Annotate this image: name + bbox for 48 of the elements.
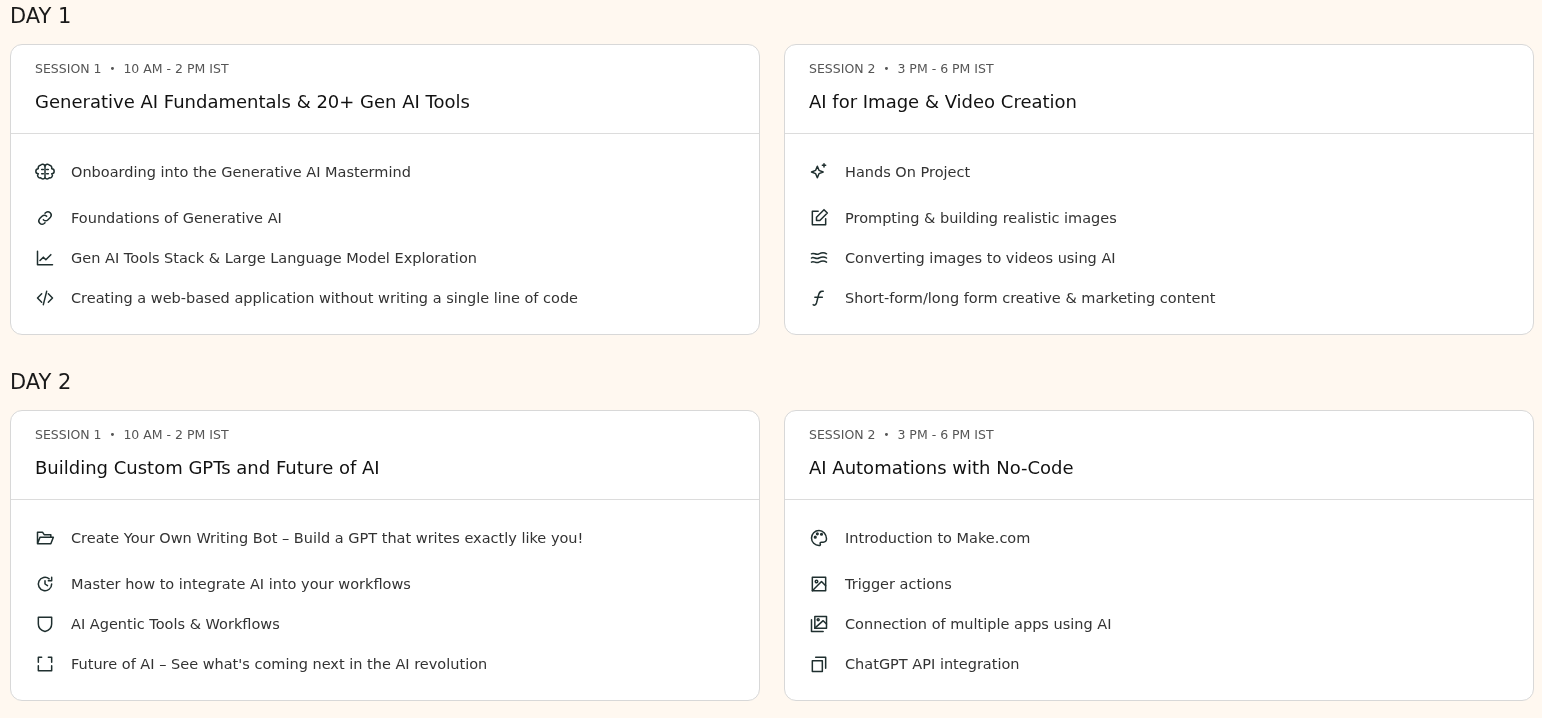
topic-text: Future of AI – See what's coming next in the AI revolution [71,656,488,672]
copy-icon [809,654,829,674]
session-label: SESSION 2 [809,61,876,77]
topic-text: AI Agentic Tools & Workflows [71,616,280,632]
session-title: AI for Image & Video Creation [809,91,1078,113]
day-heading: DAY 2 [10,369,73,396]
topic-text: Gen AI Tools Stack & Large Language Model Exploration [71,250,477,266]
session-time: 3 PM - 6 PM IST [897,61,994,77]
separator-dot: • [109,428,116,442]
folder-icon [35,528,55,548]
sparkle-icon [809,162,829,182]
topic-text: Introduction to Make.com [845,530,1031,546]
session-time: 10 AM - 2 PM IST [123,427,229,443]
code-icon [35,288,55,308]
line-chart-icon [35,248,55,268]
images-icon [809,614,829,634]
link-icon [35,208,55,228]
session-time: 10 AM - 2 PM IST [123,61,229,77]
session-title: Generative AI Fundamentals & 20+ Gen AI Tools [35,91,471,113]
topic-text: Prompting & building realistic images [845,210,1117,226]
bracket-frame-icon [35,654,55,674]
topic-text: Master how to integrate AI into your workflows [71,576,411,592]
topic-text: Short-form/long form creative & marketing content [845,290,1216,306]
topic-text: Trigger actions [845,576,952,592]
separator-dot: • [883,428,890,442]
pencil-square-icon [809,208,829,228]
palette-icon [809,528,829,548]
session-title: Building Custom GPTs and Future of AI [35,457,381,479]
shield-icon [35,614,55,634]
day-heading: DAY 1 [10,3,73,30]
topic-text: Onboarding into the Generative AI Mastermind [71,164,411,180]
image-icon [809,574,829,594]
session-label: SESSION 1 [35,427,102,443]
topic-text: Creating a web-based application without writing a single line of code [71,290,579,306]
separator-dot: • [109,62,116,76]
topic-text: Foundations of Generative AI [71,210,282,226]
topic-text: Converting images to videos using AI [845,250,1116,266]
topic-text: ChatGPT API integration [845,656,1020,672]
clock-arrow-icon [35,574,55,594]
separator-dot: • [883,62,890,76]
session-label: SESSION 2 [809,427,876,443]
topic-text: Hands On Project [845,164,971,180]
session-title: AI Automations with No-Code [809,457,1075,479]
session-label: SESSION 1 [35,61,102,77]
topic-text: Connection of multiple apps using AI [845,616,1112,632]
brain-icon [35,162,55,182]
topic-text: Create Your Own Writing Bot – Build a GPT that writes exactly like you! [71,530,584,546]
session-time: 3 PM - 6 PM IST [897,427,994,443]
